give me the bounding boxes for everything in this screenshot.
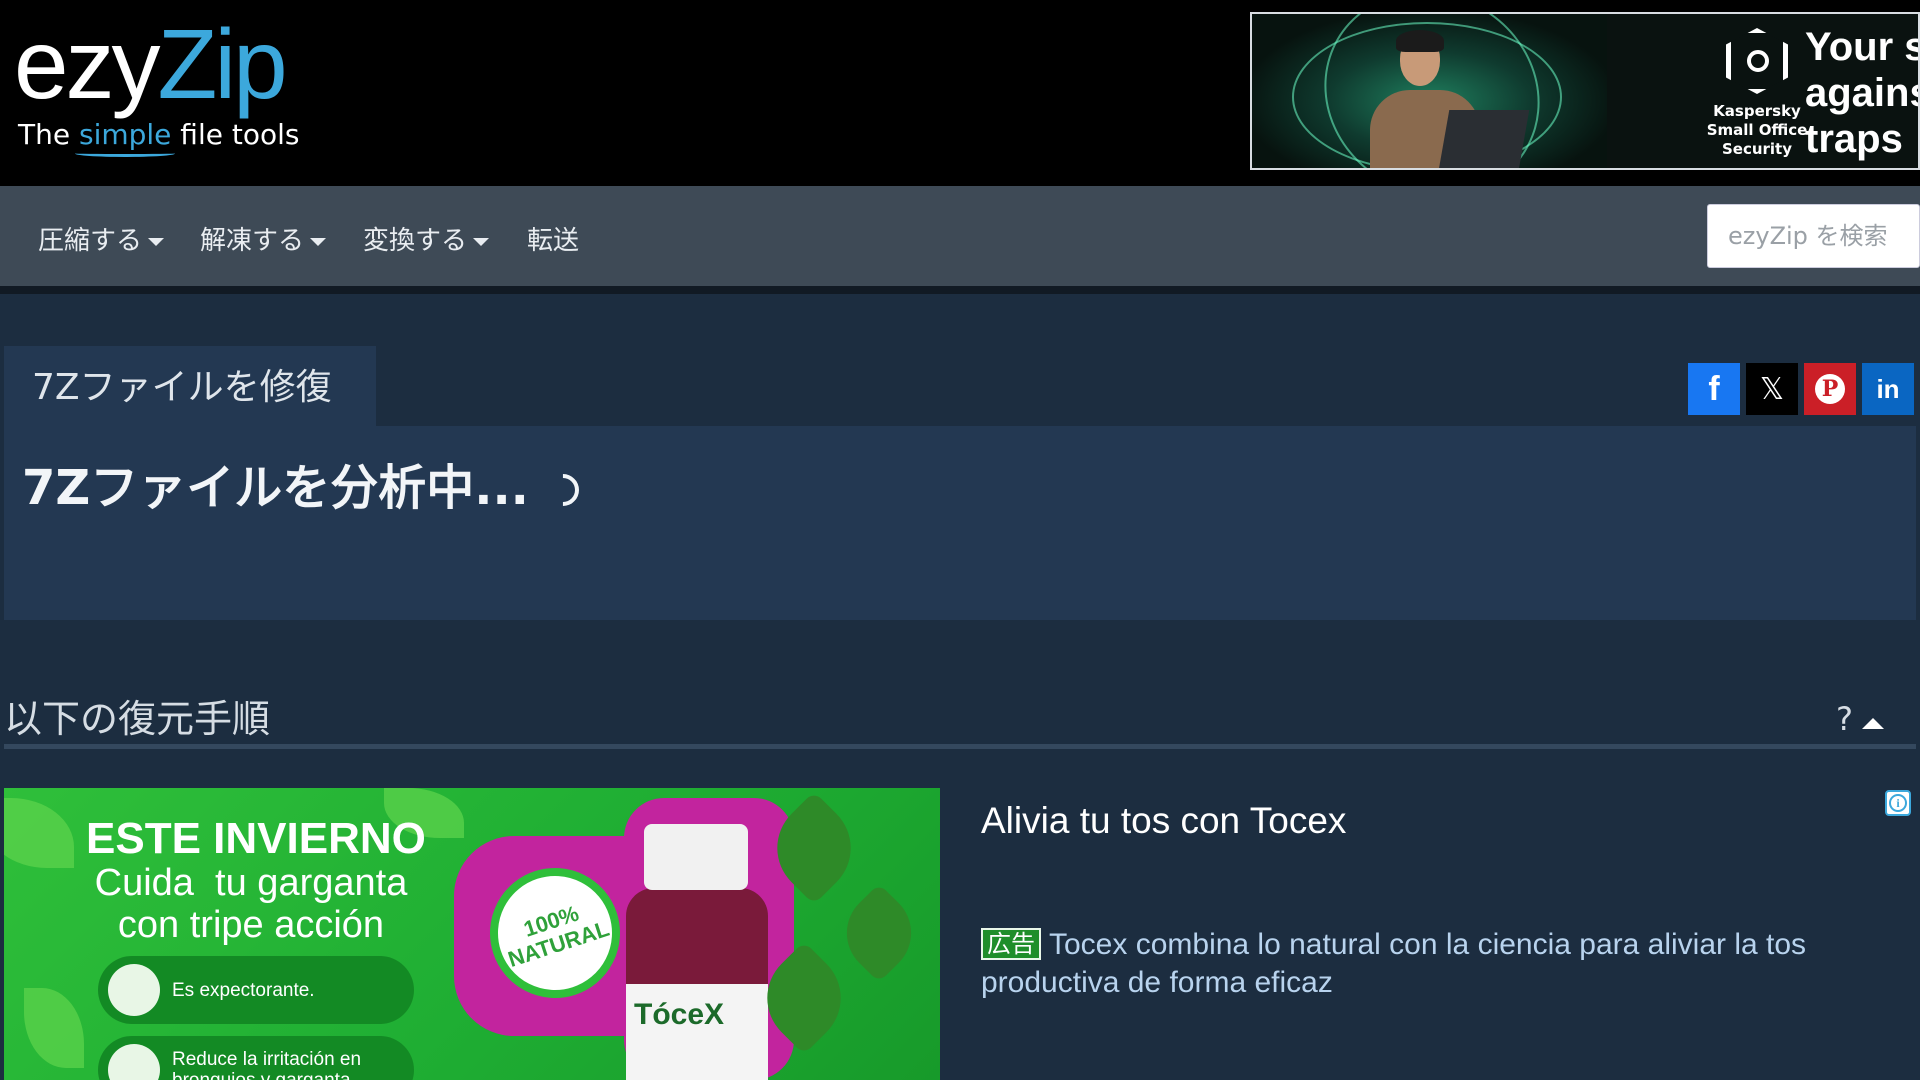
pinterest-share-button[interactable]: P [1804, 363, 1856, 415]
ad-headline: Your s agains traps [1805, 25, 1920, 161]
ad-photo [1252, 14, 1607, 168]
nav-transfer[interactable]: 転送 [527, 220, 579, 257]
help-icon[interactable]: ? [1836, 700, 1853, 738]
loading-spinner-icon [540, 467, 586, 513]
facebook-share-button[interactable]: f [1688, 363, 1740, 415]
logo-ezy: ezy [14, 9, 161, 119]
nav-extract[interactable]: 解凍する [200, 220, 327, 257]
search-input[interactable] [1707, 204, 1920, 268]
product-brand: TóceX [634, 998, 725, 1031]
collapse-caret-icon[interactable] [1862, 718, 1884, 729]
top-banner-ad[interactable]: Kaspersky Small Office Security Your s a… [1250, 12, 1920, 170]
x-share-button[interactable]: 𝕏 [1746, 363, 1798, 415]
leaf-decoration [4, 798, 74, 868]
leaf-decoration [24, 988, 84, 1068]
ad-image-headline: ESTE INVIERNO [86, 814, 426, 863]
ezyzip-logo[interactable]: ezyZip The simple file tools [14, 14, 299, 151]
ad-bullet-text: Es expectorante. [172, 979, 315, 1001]
ad-copy-text: Tocex combina lo natural con la ciencia … [981, 928, 1807, 999]
nav-convert-label: 変換する [363, 226, 468, 256]
tab-repair-7z[interactable]: 7Zファイルを修復 [4, 346, 376, 426]
caret-down-icon [473, 237, 490, 246]
status-text: 7Zファイルを分析中... [22, 460, 529, 516]
ad-description[interactable]: 広告 Tocex combina lo natural con la cienci… [981, 926, 1881, 1002]
site-header: ezyZip The simple file tools Kaspersky S… [0, 0, 1920, 186]
ad-info-button[interactable]: i [1885, 790, 1911, 816]
ad-tag-badge: 広告 [981, 928, 1041, 960]
tagline-post: file tools [171, 118, 300, 151]
nav-compress[interactable]: 圧縮する [38, 220, 165, 257]
logo-zip: Zip [157, 9, 288, 119]
linkedin-icon: in [1876, 373, 1900, 404]
main-nav: 圧縮する 解凍する 変換する 転送 [0, 186, 1920, 286]
info-icon: i [1889, 794, 1907, 812]
ad-image-subheadline: Cuida tu garganta con tripe acción [94, 862, 408, 946]
ad-bullet: Es expectorante. [98, 956, 414, 1024]
tagline-pre: The [18, 118, 79, 151]
ad-bullet-text: Reduce la irritación en bronquios y garg… [172, 1049, 362, 1080]
ad-title-link[interactable]: Alivia tu tos con Tocex [981, 800, 1346, 842]
pinterest-icon: P [1815, 374, 1845, 404]
lungs-icon [108, 964, 160, 1016]
nav-transfer-label: 転送 [527, 226, 580, 256]
laptop [1438, 110, 1530, 168]
person-hair [1396, 30, 1444, 52]
caret-down-icon [148, 237, 165, 246]
analysis-status: 7Zファイルを分析中... [22, 448, 586, 518]
caret-down-icon [310, 237, 327, 246]
ad-bullet: Reduce la irritación en bronquios y garg… [98, 1036, 414, 1080]
throat-icon [108, 1044, 160, 1080]
facebook-icon: f [1708, 369, 1720, 408]
repair-panel: 7Zファイルを分析中... [4, 426, 1916, 620]
nav-convert[interactable]: 変換する [363, 220, 490, 257]
kaspersky-hex-icon [1726, 28, 1788, 94]
section-divider [4, 744, 1916, 749]
logo-wordmark: ezyZip [14, 14, 288, 114]
ivy-leaf [829, 883, 929, 983]
tagline-simple: simple [78, 118, 172, 151]
bottle-cap [644, 824, 748, 890]
nav-extract-label: 解凍する [200, 226, 305, 256]
nav-compress-label: 圧縮する [38, 226, 143, 256]
logo-tagline: The simple file tools [18, 118, 299, 151]
bottom-ad-image[interactable]: ESTE INVIERNO Cuida tu garganta con trip… [4, 788, 940, 1080]
nav-shadow [0, 286, 1920, 294]
linkedin-share-button[interactable]: in [1862, 363, 1914, 415]
section-title: 以下の復元手順 [4, 697, 271, 741]
x-icon: 𝕏 [1759, 371, 1785, 407]
